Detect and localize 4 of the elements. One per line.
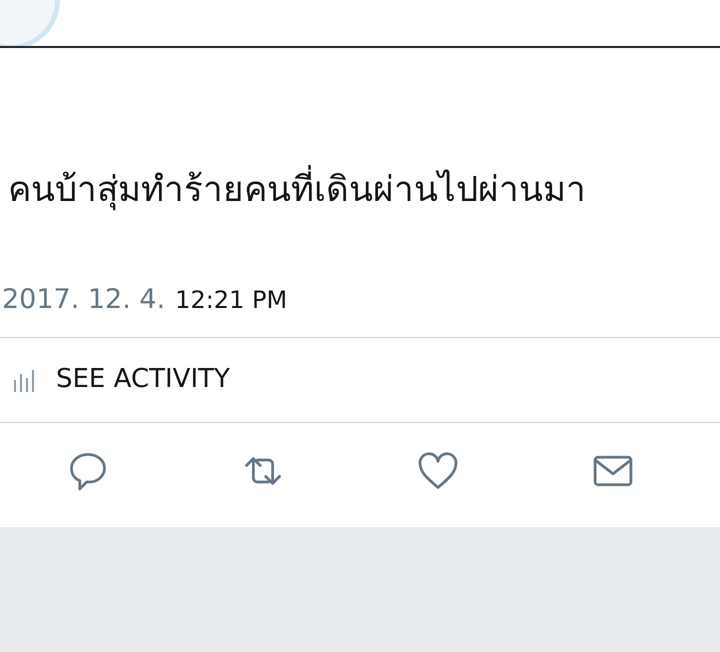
tweet-time: 12:21 PM (175, 286, 288, 314)
tweet-text: คนบ้าสุ่มทำร้ายคนที่เดินผ่านไปผ่านมา (0, 48, 720, 214)
see-activity-link[interactable]: SEE ACTIVITY (56, 364, 230, 394)
tweet-date: 2017. 12. 4. (2, 284, 166, 314)
